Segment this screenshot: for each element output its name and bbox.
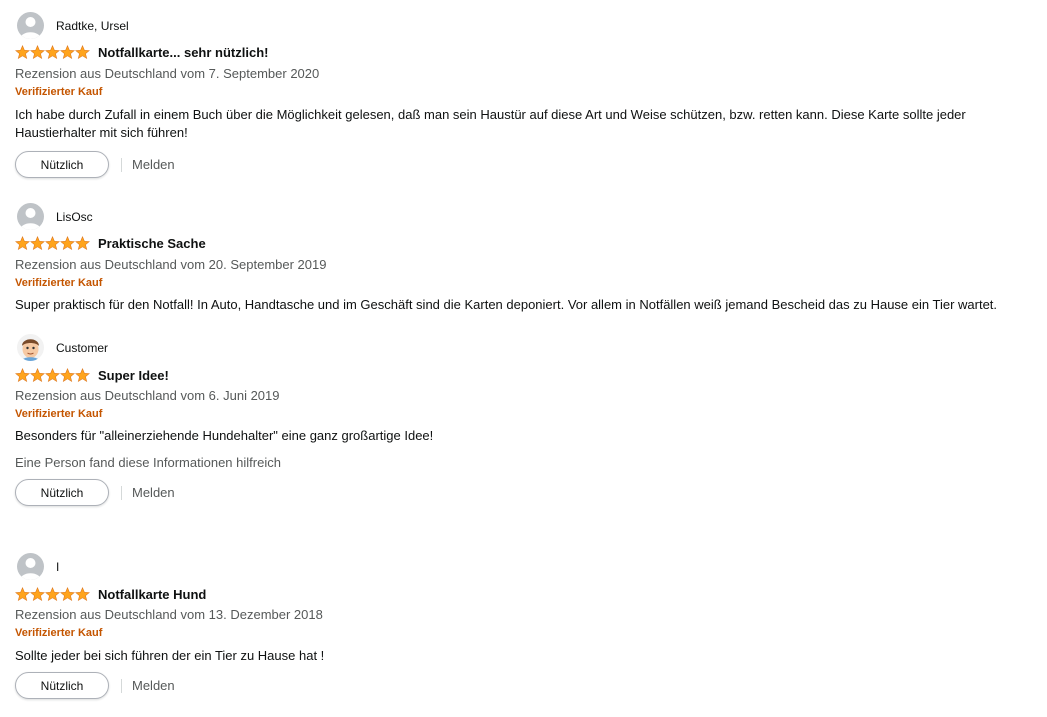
reviewer-name: LisOsc [56,209,93,224]
star-icon [75,45,90,60]
cartoon-face-avatar-icon [17,334,44,361]
review-title[interactable]: Notfallkarte Hund [98,587,206,602]
default-avatar-icon [17,12,44,39]
reviewer-profile[interactable]: Radtke, Ursel [17,12,129,39]
review-body: Besonders für "alleinerziehende Hundehal… [15,428,434,443]
star-icon [45,587,60,602]
star-icon [15,236,30,251]
star-icon [45,368,60,383]
star-rating[interactable] [15,368,90,383]
star-rating[interactable] [15,236,90,251]
star-icon [75,587,90,602]
divider [121,678,122,693]
star-icon [30,587,45,602]
review-title[interactable]: Notfallkarte... sehr nützlich! [98,45,268,60]
verified-badge: Verifizierter Kauf [15,408,103,420]
star-icon [60,587,75,602]
divider [121,157,122,172]
review-body: Ich habe durch Zufall in einem Buch über… [15,107,966,140]
report-link[interactable]: Melden [132,485,175,500]
review-title[interactable]: Praktische Sache [98,236,206,251]
review-body: Sollte jeder bei sich führen der ein Tie… [15,648,325,663]
default-avatar-icon [17,553,44,580]
star-icon [45,236,60,251]
review-body: Super praktisch für den Notfall! In Auto… [15,297,998,312]
star-icon [30,368,45,383]
reviewer-profile[interactable]: Customer [17,334,108,361]
verified-badge: Verifizierter Kauf [15,627,103,639]
review-date: Rezension aus Deutschland vom 7. Septemb… [15,66,320,81]
star-icon [60,45,75,60]
verified-badge: Verifizierter Kauf [15,277,103,289]
reviewer-name: I [56,559,60,574]
star-icon [15,45,30,60]
helpful-button[interactable]: Nützlich [15,151,109,178]
divider [121,485,122,500]
star-rating[interactable] [15,45,90,60]
star-icon [75,368,90,383]
helpful-button[interactable]: Nützlich [15,672,109,699]
star-icon [30,236,45,251]
report-link[interactable]: Melden [132,678,175,693]
helpful-button[interactable]: Nützlich [15,479,109,506]
star-rating[interactable] [15,587,90,602]
default-avatar-icon [17,203,44,230]
reviewer-profile[interactable]: I [17,553,59,580]
star-icon [30,45,45,60]
reviewer-name: Customer [56,340,109,355]
review-title[interactable]: Super Idee! [98,368,169,383]
reviewer-name: Radtke, Ursel [56,18,129,33]
star-icon [60,368,75,383]
review-date: Rezension aus Deutschland vom 13. Dezemb… [15,607,323,622]
review-date: Rezension aus Deutschland vom 20. Septem… [15,257,327,272]
star-icon [15,587,30,602]
report-link[interactable]: Melden [132,157,175,172]
star-icon [60,236,75,251]
verified-badge: Verifizierter Kauf [15,86,103,98]
star-icon [45,45,60,60]
star-icon [75,236,90,251]
review-date: Rezension aus Deutschland vom 6. Juni 20… [15,388,280,403]
reviewer-profile[interactable]: LisOsc [17,203,93,230]
star-icon [15,368,30,383]
helpful-count: Eine Person fand diese Informationen hil… [15,455,281,470]
